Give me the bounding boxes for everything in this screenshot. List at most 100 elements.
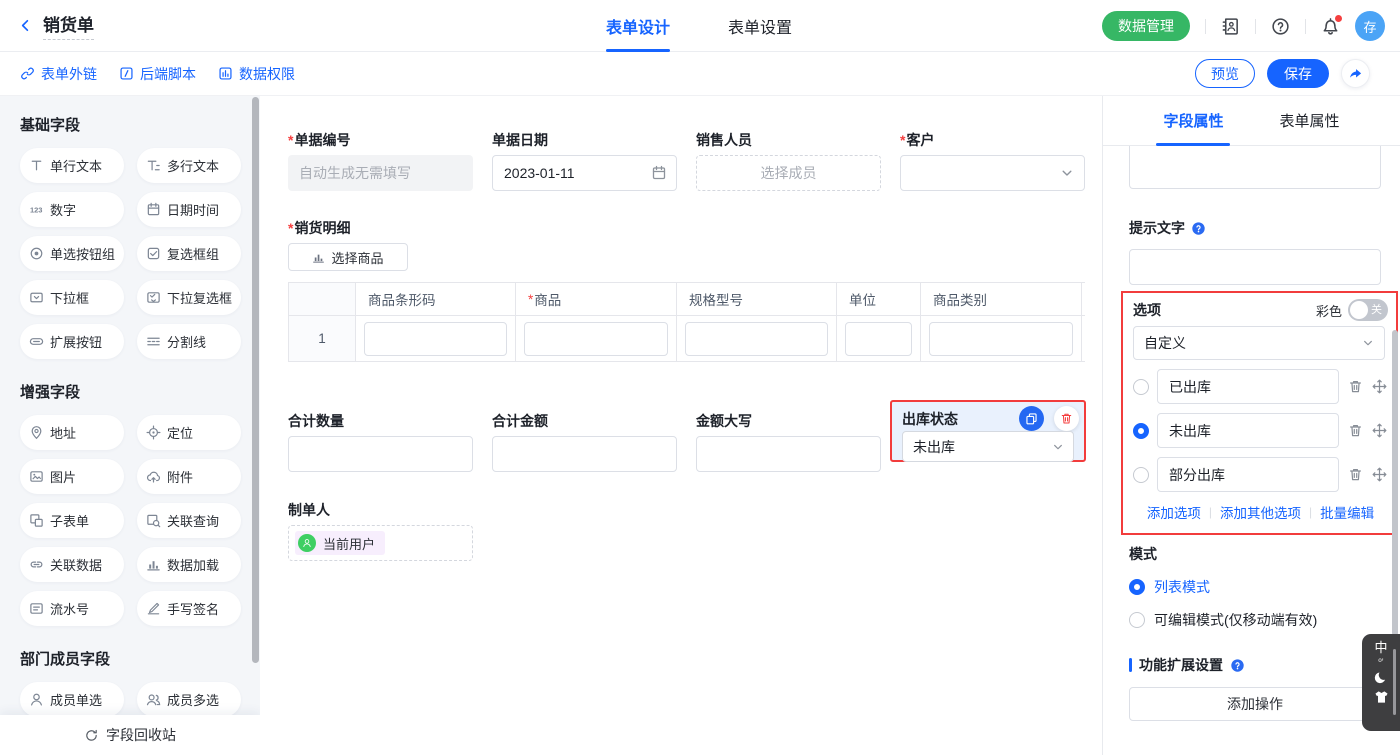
- field-amount-words[interactable]: 金额大写: [696, 413, 881, 472]
- sidebar-item-data-load[interactable]: 数据加载: [137, 547, 241, 582]
- option-input[interactable]: [1157, 413, 1339, 448]
- sidebar-item-checkbox-group[interactable]: 复选框组: [137, 236, 241, 271]
- field-doc-date[interactable]: 单据日期: [492, 132, 677, 191]
- sidebar-item-linked-query[interactable]: 关联查询: [137, 503, 241, 538]
- add-other-option-link[interactable]: 添加其他选项: [1220, 502, 1301, 522]
- unit-input[interactable]: [845, 322, 912, 356]
- total-qty-input[interactable]: [288, 436, 473, 472]
- barcode-input[interactable]: [364, 322, 507, 356]
- select-product-button[interactable]: 选择商品: [288, 243, 408, 271]
- option-source-select[interactable]: 自定义: [1133, 326, 1385, 360]
- back-button[interactable]: [18, 18, 33, 33]
- field-total-amount[interactable]: 合计金额: [492, 413, 677, 472]
- add-action-button[interactable]: 添加操作: [1129, 687, 1381, 721]
- customer-select[interactable]: [900, 155, 1085, 191]
- product-input[interactable]: [524, 322, 668, 356]
- option-radio[interactable]: [1133, 467, 1149, 483]
- avatar[interactable]: 存: [1355, 11, 1385, 41]
- tab-form-settings[interactable]: 表单设置: [728, 0, 792, 52]
- drag-option-handle[interactable]: [1372, 423, 1387, 438]
- field-recycle-bin[interactable]: 字段回收站: [0, 715, 260, 755]
- sidebar-item-number[interactable]: 数字: [20, 192, 124, 227]
- salesperson-picker[interactable]: [696, 155, 881, 191]
- data-permission-button[interactable]: 数据权限: [218, 64, 295, 84]
- tab-form-properties[interactable]: 表单属性: [1280, 96, 1340, 146]
- field-creator[interactable]: 制单人 当前用户: [288, 502, 1102, 561]
- radio-icon: [29, 246, 44, 261]
- drag-option-handle[interactable]: [1372, 467, 1387, 482]
- sidebar-item-serial-number[interactable]: 流水号: [20, 591, 124, 626]
- category-input[interactable]: [929, 322, 1073, 356]
- mode-edit-radio[interactable]: 可编辑模式(仅移动端有效): [1129, 610, 1380, 630]
- preview-button[interactable]: 预览: [1195, 59, 1255, 88]
- question-icon[interactable]: [1191, 221, 1206, 236]
- field-total-qty[interactable]: 合计数量: [288, 413, 473, 472]
- sidebar-item-multi-line-text[interactable]: 多行文本: [137, 148, 241, 183]
- add-option-link[interactable]: 添加选项: [1147, 502, 1201, 522]
- trash-icon: [1348, 467, 1363, 482]
- external-link-button[interactable]: 表单外链: [20, 64, 97, 84]
- tab-field-properties[interactable]: 字段属性: [1163, 96, 1223, 146]
- tab-form-design[interactable]: 表单设计: [606, 0, 670, 52]
- translate-toggle[interactable]: 中: [1374, 641, 1387, 655]
- delete-option-button[interactable]: [1348, 423, 1363, 438]
- creator-box[interactable]: 当前用户: [288, 525, 473, 561]
- sidebar-item-single-line-text[interactable]: 单行文本: [20, 148, 124, 183]
- delete-option-button[interactable]: [1348, 379, 1363, 394]
- sidebar-item-address[interactable]: 地址: [20, 415, 124, 450]
- help-button[interactable]: [1271, 17, 1290, 36]
- field-doc-number[interactable]: *单据编号: [288, 132, 473, 191]
- backend-script-button[interactable]: 后端脚本: [119, 64, 196, 84]
- selected-field-out-status[interactable]: 出库状态 未出库: [890, 400, 1086, 462]
- amount-words-input[interactable]: [696, 436, 881, 472]
- sidebar-item-extend-button[interactable]: 扩展按钮: [20, 324, 124, 359]
- notifications-button[interactable]: [1321, 17, 1340, 36]
- sidebar-item-member-single[interactable]: 成员单选: [20, 682, 124, 717]
- hint-text-input[interactable]: [1129, 249, 1381, 285]
- dark-mode-icon[interactable]: [1373, 669, 1390, 686]
- sidebar-item-datetime[interactable]: 日期时间: [137, 192, 241, 227]
- sidebar-item-linked-data[interactable]: 关联数据: [20, 547, 124, 582]
- field-salesperson[interactable]: 销售人员: [696, 132, 881, 191]
- sidebar-item-subform[interactable]: 子表单: [20, 503, 124, 538]
- sidebar-item-image[interactable]: 图片: [20, 459, 124, 494]
- sidebar-scrollbar[interactable]: [252, 97, 259, 663]
- doc-date-input[interactable]: [492, 155, 677, 191]
- option-radio-selected[interactable]: [1133, 423, 1149, 439]
- sidebar-item-attachment[interactable]: 附件: [137, 459, 241, 494]
- sidebar-item-radio-group[interactable]: 单选按钮组: [20, 236, 124, 271]
- data-manage-button[interactable]: 数据管理: [1102, 11, 1190, 41]
- copy-field-button[interactable]: [1019, 406, 1044, 431]
- question-icon[interactable]: [1230, 658, 1245, 673]
- option-input[interactable]: [1157, 369, 1339, 404]
- contacts-button[interactable]: [1221, 17, 1240, 36]
- sidebar-item-member-multi[interactable]: 成员多选: [137, 682, 241, 717]
- panel-scrollbar[interactable]: [1392, 330, 1398, 636]
- trash-icon: [1348, 423, 1363, 438]
- delete-field-button[interactable]: [1054, 406, 1079, 431]
- sidebar-item-select[interactable]: 下拉框: [20, 280, 124, 315]
- field-customer[interactable]: *客户: [900, 132, 1085, 191]
- option-radio[interactable]: [1133, 379, 1149, 395]
- extend-button-icon: [29, 334, 44, 349]
- sidebar-item-multi-select[interactable]: 下拉复选框: [137, 280, 241, 315]
- sidebar-item-divider[interactable]: 分割线: [137, 324, 241, 359]
- drag-option-handle[interactable]: [1372, 379, 1387, 394]
- field-title-input[interactable]: [1129, 146, 1381, 189]
- spec-input[interactable]: [685, 322, 828, 356]
- delete-option-button[interactable]: [1348, 467, 1363, 482]
- save-button[interactable]: 保存: [1267, 59, 1329, 88]
- total-amount-input[interactable]: [492, 436, 677, 472]
- floating-widget[interactable]: 中 º’: [1362, 634, 1400, 731]
- theme-skin-icon[interactable]: [1373, 689, 1390, 706]
- form-title[interactable]: 销货单: [43, 11, 94, 40]
- batch-edit-link[interactable]: 批量编辑: [1320, 502, 1374, 522]
- sidebar-item-location[interactable]: 定位: [137, 415, 241, 450]
- share-button[interactable]: [1341, 59, 1370, 88]
- option-input[interactable]: [1157, 457, 1339, 492]
- mode-list-radio[interactable]: 列表模式: [1129, 577, 1380, 597]
- doc-number-input[interactable]: [288, 155, 473, 191]
- out-status-select[interactable]: 未出库: [902, 431, 1074, 462]
- sidebar-item-signature[interactable]: 手写签名: [137, 591, 241, 626]
- color-toggle[interactable]: 关: [1348, 299, 1388, 321]
